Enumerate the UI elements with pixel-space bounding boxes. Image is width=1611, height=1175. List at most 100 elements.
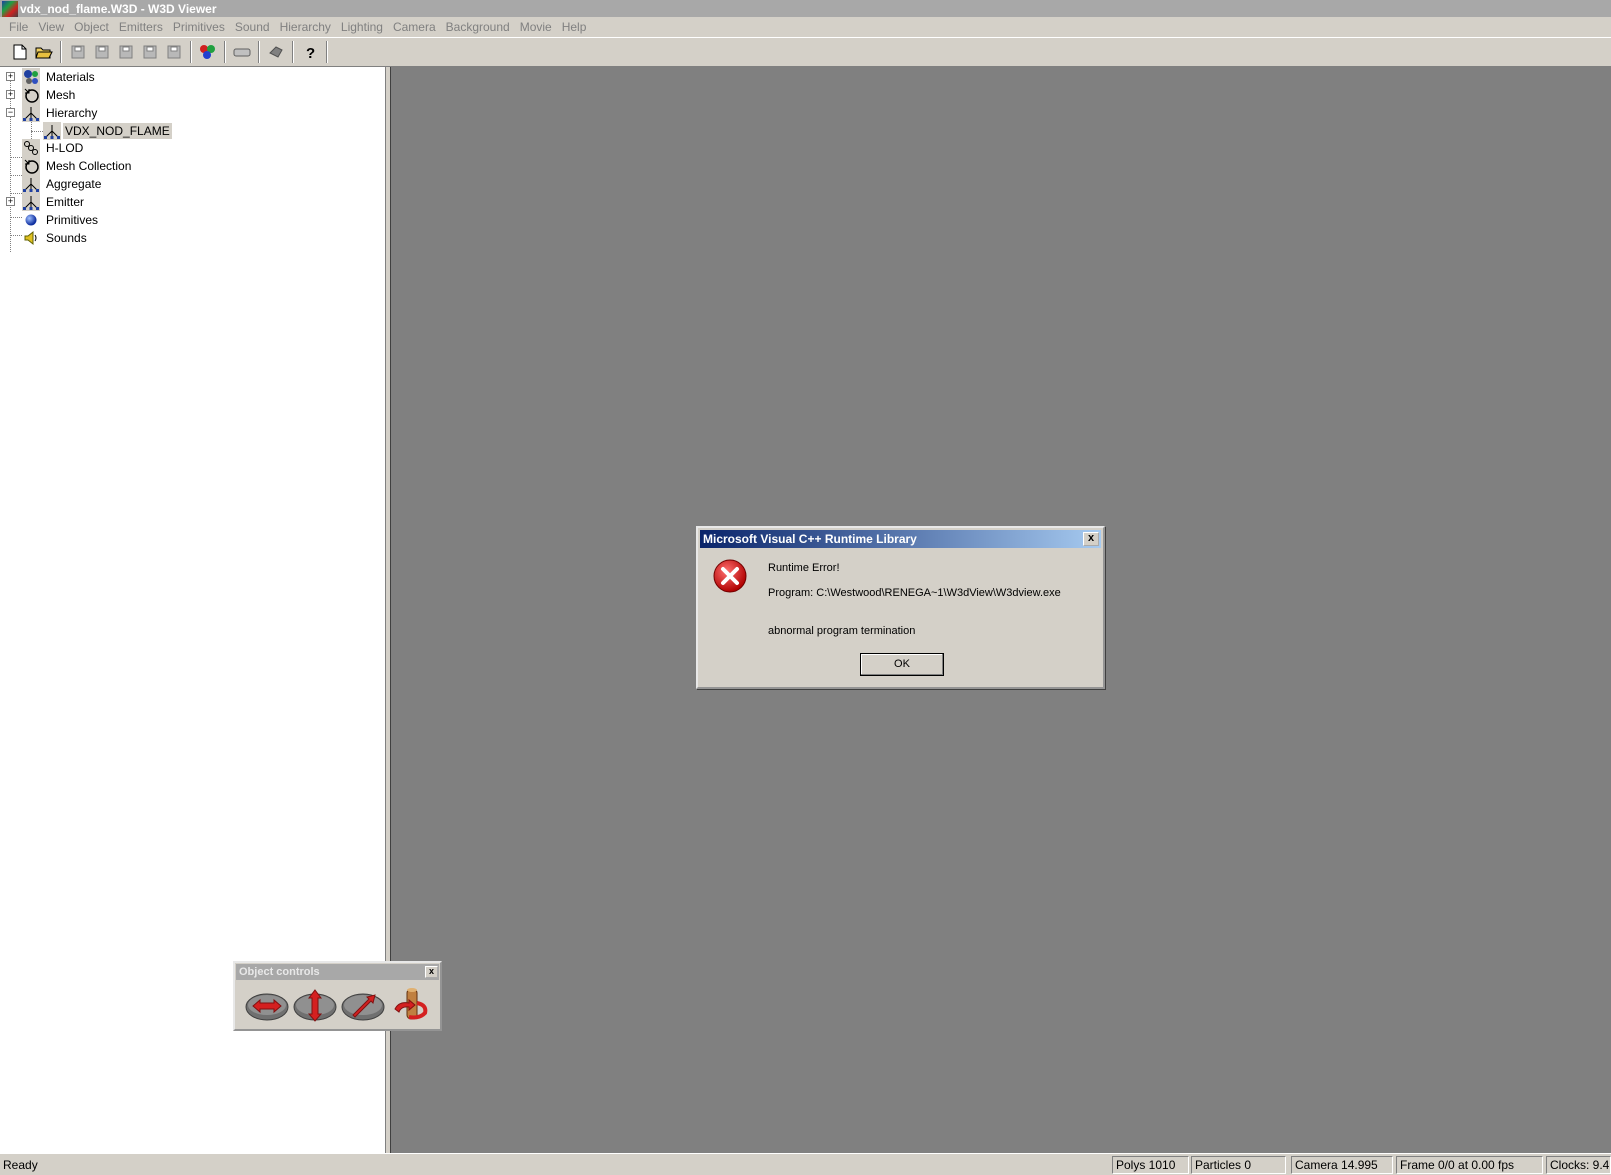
status-clocks: Clocks: 9.4	[1546, 1156, 1611, 1174]
expander-hierarchy[interactable]: −	[6, 108, 15, 117]
status-bar: Ready Polys 1010 Particles 0 Camera 14.9…	[0, 1153, 1611, 1175]
save-button-4[interactable]	[138, 41, 161, 63]
tree-item-emitter[interactable]: Emitter	[22, 193, 86, 211]
primitives-icon	[22, 211, 40, 229]
horizontal-arrow-icon	[245, 993, 289, 1021]
menu-file[interactable]: File	[4, 20, 33, 34]
open-button[interactable]	[32, 41, 55, 63]
expander-materials[interactable]: +	[6, 72, 15, 81]
new-file-button[interactable]	[8, 41, 31, 63]
save-icon	[95, 45, 108, 59]
menu-bar: File View Object Emitters Primitives Sou…	[0, 17, 1611, 38]
status-camera: Camera 14.995	[1291, 1156, 1393, 1174]
sound-icon	[22, 229, 40, 247]
tree-item-hierarchy[interactable]: Hierarchy	[22, 104, 99, 122]
menu-lighting[interactable]: Lighting	[336, 20, 388, 34]
tree-label-hierarchy: Hierarchy	[46, 106, 98, 120]
tree-item-materials[interactable]: Materials	[22, 68, 97, 86]
error-message: abnormal program termination	[768, 625, 916, 637]
aggregate-icon	[22, 175, 40, 193]
rotate-arrow-icon	[394, 988, 428, 1020]
menu-primitives[interactable]: Primitives	[168, 20, 230, 34]
color-picker-button[interactable]	[196, 41, 219, 63]
tree-label-materials: Materials	[46, 70, 95, 84]
tree-item-mesh-collection[interactable]: Mesh Collection	[22, 157, 133, 175]
mesh-icon	[22, 86, 40, 104]
expander-emitter[interactable]: +	[6, 197, 15, 206]
menu-help[interactable]: Help	[557, 20, 592, 34]
move-horizontal-button[interactable]	[245, 987, 289, 1023]
save-button-2[interactable]	[90, 41, 113, 63]
hierarchy-icon	[22, 104, 40, 122]
runtime-error-dialog: Microsoft Visual C++ Runtime Library x R…	[696, 526, 1105, 689]
tree-label-mesh: Mesh	[46, 88, 76, 102]
tree-item-sounds[interactable]: Sounds	[22, 229, 89, 247]
tree-label-primitives: Primitives	[46, 213, 99, 227]
tree-label-mesh-collection: Mesh Collection	[46, 159, 132, 173]
save-button-3[interactable]	[114, 41, 137, 63]
tree-label-hlod: H-LOD	[46, 141, 84, 155]
tree-label-sounds: Sounds	[46, 231, 87, 245]
pointer-button[interactable]	[264, 41, 287, 63]
menu-camera[interactable]: Camera	[388, 20, 441, 34]
dialog-titlebar[interactable]: Microsoft Visual C++ Runtime Library x	[700, 530, 1101, 548]
move-diagonal-button[interactable]	[341, 987, 385, 1023]
dialog-title: Microsoft Visual C++ Runtime Library	[703, 532, 917, 546]
eraser-icon	[233, 48, 250, 57]
object-controls-titlebar[interactable]: Object controls x	[236, 964, 439, 980]
new-file-icon	[13, 44, 26, 60]
save-icon	[143, 45, 156, 59]
save-icon	[167, 45, 180, 59]
tree-label-aggregate: Aggregate	[46, 177, 102, 191]
save-icon	[71, 45, 84, 59]
ok-button[interactable]: OK	[860, 653, 944, 676]
menu-background[interactable]: Background	[441, 20, 515, 34]
help-icon: ?	[306, 45, 315, 60]
toolbar: ?	[0, 38, 1611, 67]
svg-text:?: ?	[306, 45, 315, 60]
tree-item-aggregate[interactable]: Aggregate	[22, 175, 103, 193]
rotate-button[interactable]	[389, 987, 433, 1023]
dialog-close-button[interactable]: x	[1083, 532, 1099, 546]
error-program-path: Program: C:\Westwood\RENEGA~1\W3dView\W3…	[768, 587, 1061, 599]
menu-view[interactable]: View	[33, 20, 69, 34]
object-controls-title: Object controls	[239, 966, 320, 978]
menu-emitters[interactable]: Emitters	[114, 20, 168, 34]
open-folder-icon	[34, 47, 53, 59]
color-picker-icon	[199, 45, 215, 59]
error-icon	[712, 558, 748, 597]
tree-item-vdx-nod-flame[interactable]: VDX_NOD_FLAME	[43, 122, 172, 140]
tree-label-emitter: Emitter	[46, 195, 85, 209]
hlod-icon	[22, 139, 40, 157]
hierarchy-icon	[43, 122, 61, 140]
save-button-5[interactable]	[162, 41, 185, 63]
menu-sound[interactable]: Sound	[230, 20, 275, 34]
tree-item-primitives[interactable]: Primitives	[22, 211, 100, 229]
window-title: vdx_nod_flame.W3D - W3D Viewer	[20, 1, 217, 16]
save-icon	[119, 45, 132, 59]
status-frame: Frame 0/0 at 0.00 fps	[1396, 1156, 1543, 1174]
expander-mesh[interactable]: +	[6, 90, 15, 99]
object-controls-close-button[interactable]: x	[425, 966, 438, 978]
menu-hierarchy[interactable]: Hierarchy	[275, 20, 336, 34]
save-button-1[interactable]	[66, 41, 89, 63]
vertical-arrow-icon	[293, 989, 337, 1022]
object-controls-palette: Object controls x	[233, 961, 442, 1031]
status-particles: Particles 0	[1191, 1156, 1286, 1174]
diagonal-arrow-icon	[341, 993, 385, 1021]
materials-icon	[22, 68, 40, 86]
window-titlebar: vdx_nod_flame.W3D - W3D Viewer	[0, 0, 1611, 17]
status-ready: Ready	[3, 1158, 38, 1172]
tree-label-vdx-nod-flame: VDX_NOD_FLAME	[63, 123, 172, 139]
status-polys: Polys 1010	[1112, 1156, 1189, 1174]
tree-item-hlod[interactable]: H-LOD	[22, 139, 85, 157]
error-heading: Runtime Error!	[768, 562, 840, 574]
eraser-button[interactable]	[230, 41, 253, 63]
emitter-icon	[22, 193, 40, 211]
tree-item-mesh[interactable]: Mesh	[22, 86, 77, 104]
mesh-collection-icon	[22, 157, 40, 175]
menu-movie[interactable]: Movie	[515, 20, 557, 34]
menu-object[interactable]: Object	[69, 20, 114, 34]
move-vertical-button[interactable]	[293, 987, 337, 1023]
help-button[interactable]: ?	[298, 41, 321, 63]
